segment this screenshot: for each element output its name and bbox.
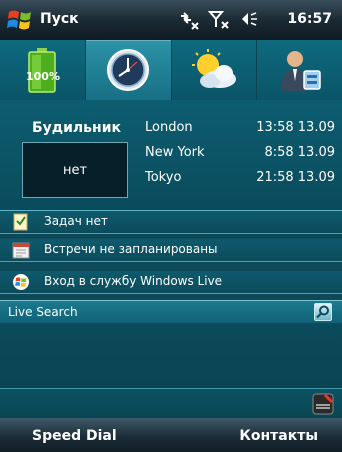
task-checkbox-icon — [13, 213, 28, 231]
weather-icon — [191, 49, 236, 88]
signal-off-icon[interactable] — [208, 10, 230, 30]
tasks-row[interactable]: Задач нет — [0, 211, 342, 234]
alarm-value: нет — [62, 162, 88, 178]
world-clock-list: London 13:58 13.09 New York 8:58 13.09 T… — [145, 120, 335, 195]
search-input[interactable] — [0, 301, 310, 323]
live-search-bar — [0, 300, 342, 324]
windows-live-row[interactable]: Вход в службу Windows Live — [0, 271, 342, 294]
windows-live-label: Вход в службу Windows Live — [44, 274, 223, 288]
world-clock-row[interactable]: Tokyo 21:58 13.09 — [145, 170, 335, 195]
tasks-label: Задач нет — [44, 214, 108, 228]
title-bar: Пуск 16:57 — [0, 0, 342, 40]
appointments-label: Встречи не запланированы — [44, 242, 218, 256]
windows-start-icon[interactable] — [6, 6, 34, 34]
battery-percentage: 100% — [26, 70, 60, 83]
search-icon — [316, 305, 329, 319]
today-tabs: 100% — [0, 40, 342, 100]
alarm-title: Будильник — [32, 120, 122, 136]
tray-strip — [0, 388, 342, 419]
clock-panel: Будильник нет London 13:58 13.09 New Yor… — [0, 100, 342, 211]
clock-icon — [107, 49, 150, 91]
status-icons — [178, 10, 258, 30]
ram-tray-icon[interactable] — [312, 393, 334, 415]
start-menu-label[interactable]: Пуск — [40, 11, 79, 27]
windows-live-icon — [13, 274, 29, 290]
clock-time[interactable]: 16:57 — [287, 11, 332, 27]
softkey-bar: Speed Dial Контакты — [0, 418, 342, 452]
tab-clock[interactable] — [85, 40, 172, 100]
tab-weather[interactable] — [172, 40, 258, 100]
city-time: 8:58 13.09 — [264, 145, 335, 160]
tab-contacts[interactable] — [257, 40, 342, 100]
left-softkey[interactable]: Speed Dial — [32, 428, 117, 444]
world-clock-row[interactable]: New York 8:58 13.09 — [145, 145, 335, 170]
world-clock-row[interactable]: London 13:58 13.09 — [145, 120, 335, 145]
search-button[interactable] — [314, 303, 332, 321]
appointments-row[interactable]: Встречи не запланированы — [0, 239, 342, 262]
right-softkey[interactable]: Контакты — [239, 428, 318, 444]
alarm-status-box[interactable]: нет — [22, 142, 128, 198]
city-name: New York — [145, 145, 205, 160]
contact-card-icon — [280, 51, 321, 91]
city-name: London — [145, 120, 193, 135]
tab-battery[interactable]: 100% — [0, 40, 86, 100]
calendar-icon — [12, 242, 30, 259]
connectivity-icon[interactable] — [178, 10, 200, 30]
city-time: 13:58 13.09 — [256, 120, 335, 135]
city-name: Tokyo — [145, 170, 182, 185]
city-time: 21:58 13.09 — [256, 170, 335, 185]
today-empty-area — [0, 323, 342, 388]
volume-icon[interactable] — [238, 10, 258, 30]
